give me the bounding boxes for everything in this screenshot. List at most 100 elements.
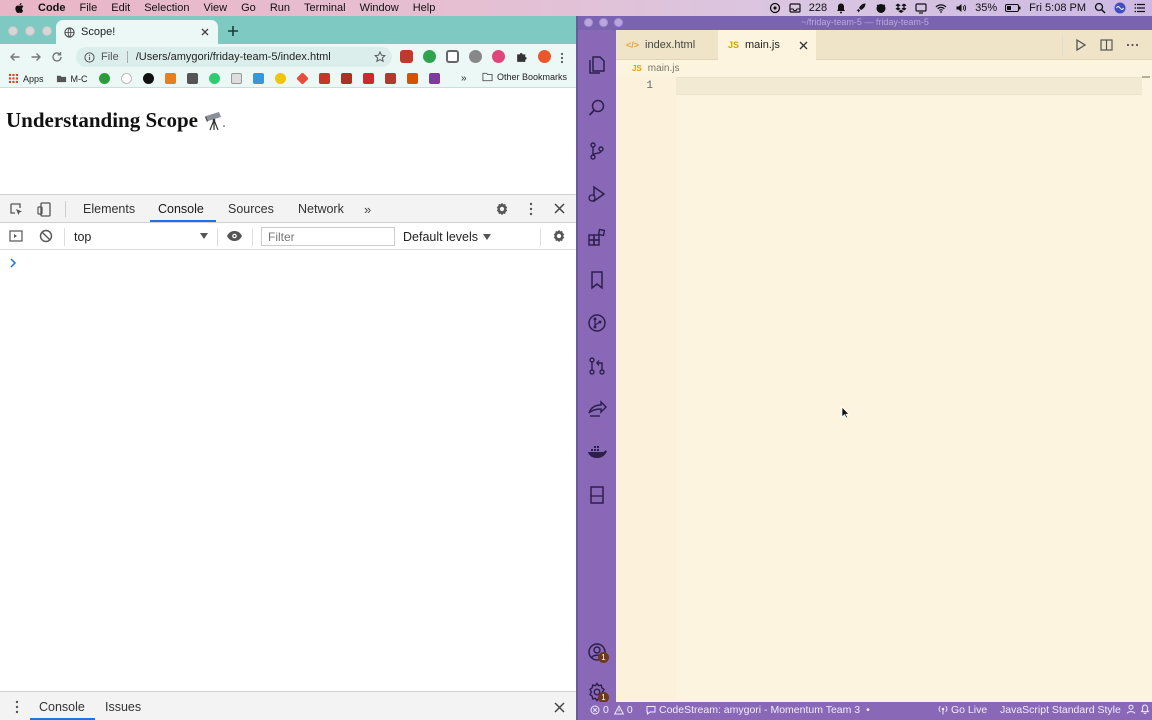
wifi-icon[interactable] [935, 2, 947, 14]
github-dark-bookmark-icon[interactable] [142, 73, 154, 84]
notifications-status[interactable] [1140, 704, 1152, 714]
pull-requests-icon[interactable] [587, 356, 607, 376]
bookmark-apps[interactable]: Apps [8, 73, 44, 84]
bookmark-mc[interactable]: M-C [56, 73, 88, 84]
evernote-icon[interactable] [423, 50, 436, 63]
info-icon[interactable] [84, 51, 95, 63]
extension-grey-icon[interactable] [469, 50, 482, 63]
chrome-tab-scope[interactable]: Scope! [56, 20, 218, 44]
menu-run[interactable]: Run [270, 2, 290, 14]
extensions-icon[interactable] [587, 227, 607, 247]
chrome-menu-icon[interactable] [557, 52, 567, 64]
red-bookmark-icon-4[interactable] [384, 73, 396, 84]
volume-icon[interactable] [955, 2, 967, 14]
reload-icon[interactable] [51, 51, 63, 63]
console-settings-gear-icon[interactable] [552, 229, 566, 243]
inbox-icon[interactable] [789, 2, 801, 14]
new-tab-icon[interactable] [227, 25, 239, 37]
url-text[interactable]: /Users/amygori/friday-team-5/index.html [136, 51, 374, 63]
javascript-standard-style-status[interactable]: JavaScript Standard Style [1000, 704, 1121, 716]
git-graph-icon[interactable] [587, 313, 607, 333]
menu-selection[interactable]: Selection [144, 2, 189, 14]
google-bookmark-icon[interactable] [120, 73, 132, 84]
git-bookmark-icon[interactable] [295, 72, 309, 85]
current-line-highlight[interactable] [676, 77, 1142, 95]
github-bookmark-icon[interactable] [98, 73, 110, 84]
close-tab-icon[interactable] [799, 41, 808, 50]
zoom-window-button[interactable] [42, 26, 52, 36]
extensions-puzzle-icon[interactable] [515, 50, 528, 63]
bell-icon[interactable] [835, 2, 847, 14]
codestream-status[interactable]: CodeStream: amygori - Momentum Team 3 • [646, 704, 870, 716]
bookmark-star-icon[interactable] [374, 51, 386, 63]
forward-arrow-icon[interactable] [30, 51, 42, 63]
more-actions-icon[interactable] [1126, 39, 1139, 51]
orange-bookmark-icon[interactable] [164, 73, 176, 84]
js-context-select[interactable]: top [68, 229, 210, 245]
notification-center-icon[interactable] [1134, 2, 1146, 14]
bookmarks-overflow-chevron[interactable]: » [461, 73, 467, 84]
siri-icon[interactable] [1114, 2, 1126, 14]
back-arrow-icon[interactable] [9, 51, 21, 63]
run-play-icon[interactable] [1074, 39, 1087, 51]
spotlight-search-icon[interactable] [1094, 2, 1106, 14]
clear-console-icon[interactable] [39, 229, 53, 243]
inspect-element-icon[interactable] [9, 202, 24, 217]
tab-console[interactable]: Console [158, 202, 204, 216]
menu-help[interactable]: Help [413, 2, 436, 14]
close-devtools-icon[interactable] [554, 203, 565, 214]
openai-knot-icon[interactable] [769, 2, 781, 14]
show-sidebar-icon[interactable] [9, 229, 23, 243]
tab-index-html[interactable]: </> index.html [624, 30, 720, 60]
other-bookmarks[interactable]: Other Bookmarks [482, 72, 567, 82]
red-bookmark-icon-3[interactable] [362, 73, 374, 84]
cb-bookmark-icon[interactable] [186, 73, 198, 84]
menu-view[interactable]: View [203, 2, 227, 14]
breadcrumb-item-main-js[interactable]: main.js [648, 63, 680, 74]
notebook-icon[interactable] [587, 485, 607, 505]
bookmark-icon[interactable] [587, 270, 607, 290]
close-drawer-icon[interactable] [554, 702, 565, 713]
docker-icon[interactable] [587, 442, 607, 462]
red-bookmark-icon-1[interactable] [318, 73, 330, 84]
problems-indicator[interactable]: 0 0 [590, 704, 633, 716]
python-bookmark-icon[interactable] [274, 73, 286, 84]
more-tabs-chevron[interactable]: » [364, 202, 371, 217]
apple-menu-icon[interactable] [14, 2, 26, 14]
tab-elements[interactable]: Elements [83, 202, 135, 216]
profile-avatar-icon[interactable] [538, 50, 551, 63]
explorer-files-icon[interactable] [587, 55, 607, 75]
pocket-icon[interactable] [446, 50, 459, 63]
device-toolbar-icon[interactable] [37, 202, 52, 217]
fork-bookmark-icon[interactable] [406, 73, 418, 84]
source-control-icon[interactable] [587, 141, 607, 161]
run-debug-icon[interactable] [587, 184, 607, 204]
live-share-icon[interactable] [587, 399, 607, 419]
menu-edit[interactable]: Edit [111, 2, 130, 14]
console-prompt-chevron-icon[interactable] [9, 258, 17, 268]
split-editor-icon[interactable] [1100, 39, 1113, 51]
extension-red-icon[interactable] [400, 50, 413, 63]
close-window-button[interactable] [8, 26, 18, 36]
extension-pink-icon[interactable] [492, 50, 505, 63]
menu-app-code[interactable]: Code [38, 2, 66, 14]
purple-bookmark-icon[interactable] [428, 73, 440, 84]
search-bookmark-icon[interactable] [230, 73, 242, 84]
green-bookmark-icon[interactable] [208, 73, 220, 84]
menu-terminal[interactable]: Terminal [304, 2, 346, 14]
devtools-settings-gear-icon[interactable] [495, 202, 509, 216]
github-cat-icon[interactable] [875, 2, 887, 14]
blue-bookmark-icon[interactable] [252, 73, 264, 84]
drawer-tab-issues[interactable]: Issues [105, 700, 141, 714]
tab-network[interactable]: Network [298, 202, 344, 216]
go-live-button[interactable]: Go Live [938, 704, 987, 716]
menu-file[interactable]: File [80, 2, 98, 14]
editor-scrollbar[interactable] [1142, 76, 1150, 78]
dropbox-icon[interactable] [895, 2, 907, 14]
log-levels-select[interactable]: Default levels [403, 230, 492, 244]
accounts-status[interactable] [1126, 704, 1139, 714]
devtools-menu-icon[interactable] [528, 202, 534, 216]
menu-window[interactable]: Window [360, 2, 399, 14]
battery-icon[interactable] [1005, 2, 1021, 14]
console-filter-input[interactable] [261, 227, 395, 246]
